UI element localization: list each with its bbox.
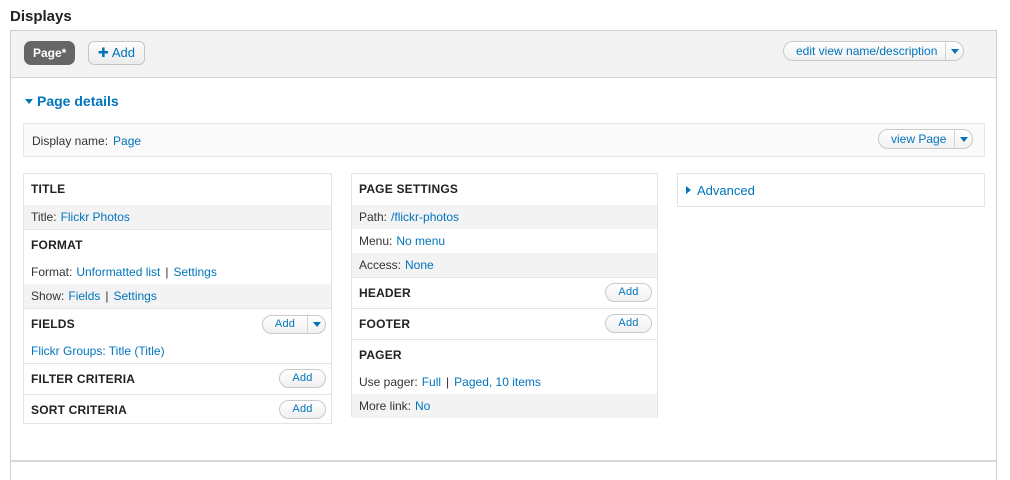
more-link-row: More link: No [352,394,657,418]
use-pager-link[interactable]: Full [422,375,441,389]
show-value-link[interactable]: Fields [68,289,100,303]
display-name-label: Display name: [32,134,109,148]
display-name-bar: Display name: Page view Page [23,123,985,157]
access-value-link[interactable]: None [405,258,434,272]
menu-value-link[interactable]: No menu [396,234,445,248]
section-fields-heading: FIELDS Add [24,308,331,339]
sort-add-button[interactable]: Add [279,400,326,419]
advanced-toggle[interactable]: Advanced [686,183,755,198]
pager-options-link[interactable]: Paged, 10 items [454,375,541,389]
section-title-heading: TITLE [31,182,66,196]
edit-view-name-button[interactable]: edit view name/description [784,44,945,58]
use-pager-row: Use pager: Full | Paged, 10 items [352,370,657,394]
footer-add-button[interactable]: Add [605,314,652,333]
menu-row: Menu: No menu [352,229,657,253]
filter-add-button[interactable]: Add [279,369,326,388]
section-header-heading: HEADER Add [352,277,657,308]
plus-icon: ✚ [97,45,109,60]
display-tabs-bar: Page* ✚ Add edit view name/description [11,31,996,78]
section-footer-heading: FOOTER Add [352,308,657,339]
format-settings-link[interactable]: Settings [174,265,217,279]
chevron-down-icon[interactable] [954,130,972,148]
format-value-link[interactable]: Unformatted list [76,265,160,279]
more-link-label: More link: [359,399,412,413]
section-format-heading: FORMAT [24,229,331,260]
filter-heading-label: FILTER CRITERIA [31,372,136,386]
title-value-link[interactable]: Flickr Photos [61,210,130,224]
add-display-button[interactable]: ✚ Add [88,41,145,65]
column-first: TITLE Title: Flickr Photos FORMAT Format:… [23,173,332,424]
more-link-value[interactable]: No [415,399,430,413]
caret-right-icon [686,186,691,194]
chevron-down-icon[interactable] [307,316,325,333]
fields-heading-label: FIELDS [31,317,75,331]
tab-page[interactable]: Page* [24,41,76,65]
path-label: Path: [359,210,388,224]
section-pager-heading: PAGER [352,339,657,370]
section-filter-heading: FILTER CRITERIA Add [24,363,331,394]
sort-heading-label: SORT CRITERIA [31,403,127,417]
fields-add-dropbutton[interactable]: Add [262,315,326,334]
title-row: Title: Flickr Photos [24,205,331,229]
header-add-button[interactable]: Add [605,283,652,302]
separator: | [105,289,109,303]
field-item-row: Flickr Groups: Title (Title) [24,339,331,363]
format-label: Format: [31,265,73,279]
view-page-dropbutton[interactable]: view Page [878,129,974,149]
show-settings-link[interactable]: Settings [114,289,157,303]
caret-down-icon [25,99,33,104]
add-display-label: Add [111,45,136,60]
header-heading-label: HEADER [359,286,411,300]
page-details-toggle[interactable]: Page details [25,93,119,109]
column-second: PAGE SETTINGS Path:/flickr-photos Menu: N… [351,173,658,418]
section-page-settings-heading: PAGE SETTINGS [359,182,459,196]
advanced-label: Advanced [697,183,755,198]
path-value-link[interactable]: /flickr-photos [391,210,459,224]
path-row: Path:/flickr-photos [352,205,657,229]
access-label: Access: [359,258,402,272]
separator: | [446,375,450,389]
separator: | [165,265,169,279]
edit-view-dropbutton[interactable]: edit view name/description [783,41,965,61]
fields-add-button[interactable]: Add [263,309,307,340]
view-page-button[interactable]: view Page [879,132,954,146]
page-title: Displays [10,8,72,25]
format-row: Format: Unformatted list | Settings [24,260,331,284]
page-details-label: Page details [37,93,119,109]
column-third: Advanced [677,173,985,207]
show-row: Show: Fields | Settings [24,284,331,308]
section-sort-heading: SORT CRITERIA Add [24,394,331,425]
field-item-link[interactable]: Flickr Groups: Title (Title) [31,344,165,358]
chevron-down-icon[interactable] [945,42,963,60]
divider [10,460,997,462]
footer-heading-label: FOOTER [359,317,411,331]
use-pager-label: Use pager: [359,375,418,389]
show-label: Show: [31,289,65,303]
menu-label: Menu: [359,234,393,248]
display-name-link[interactable]: Page [113,134,141,148]
displays-panel: Page* ✚ Add edit view name/description Pa… [10,30,997,480]
access-row: Access: None [352,253,657,277]
title-label: Title: [31,210,57,224]
